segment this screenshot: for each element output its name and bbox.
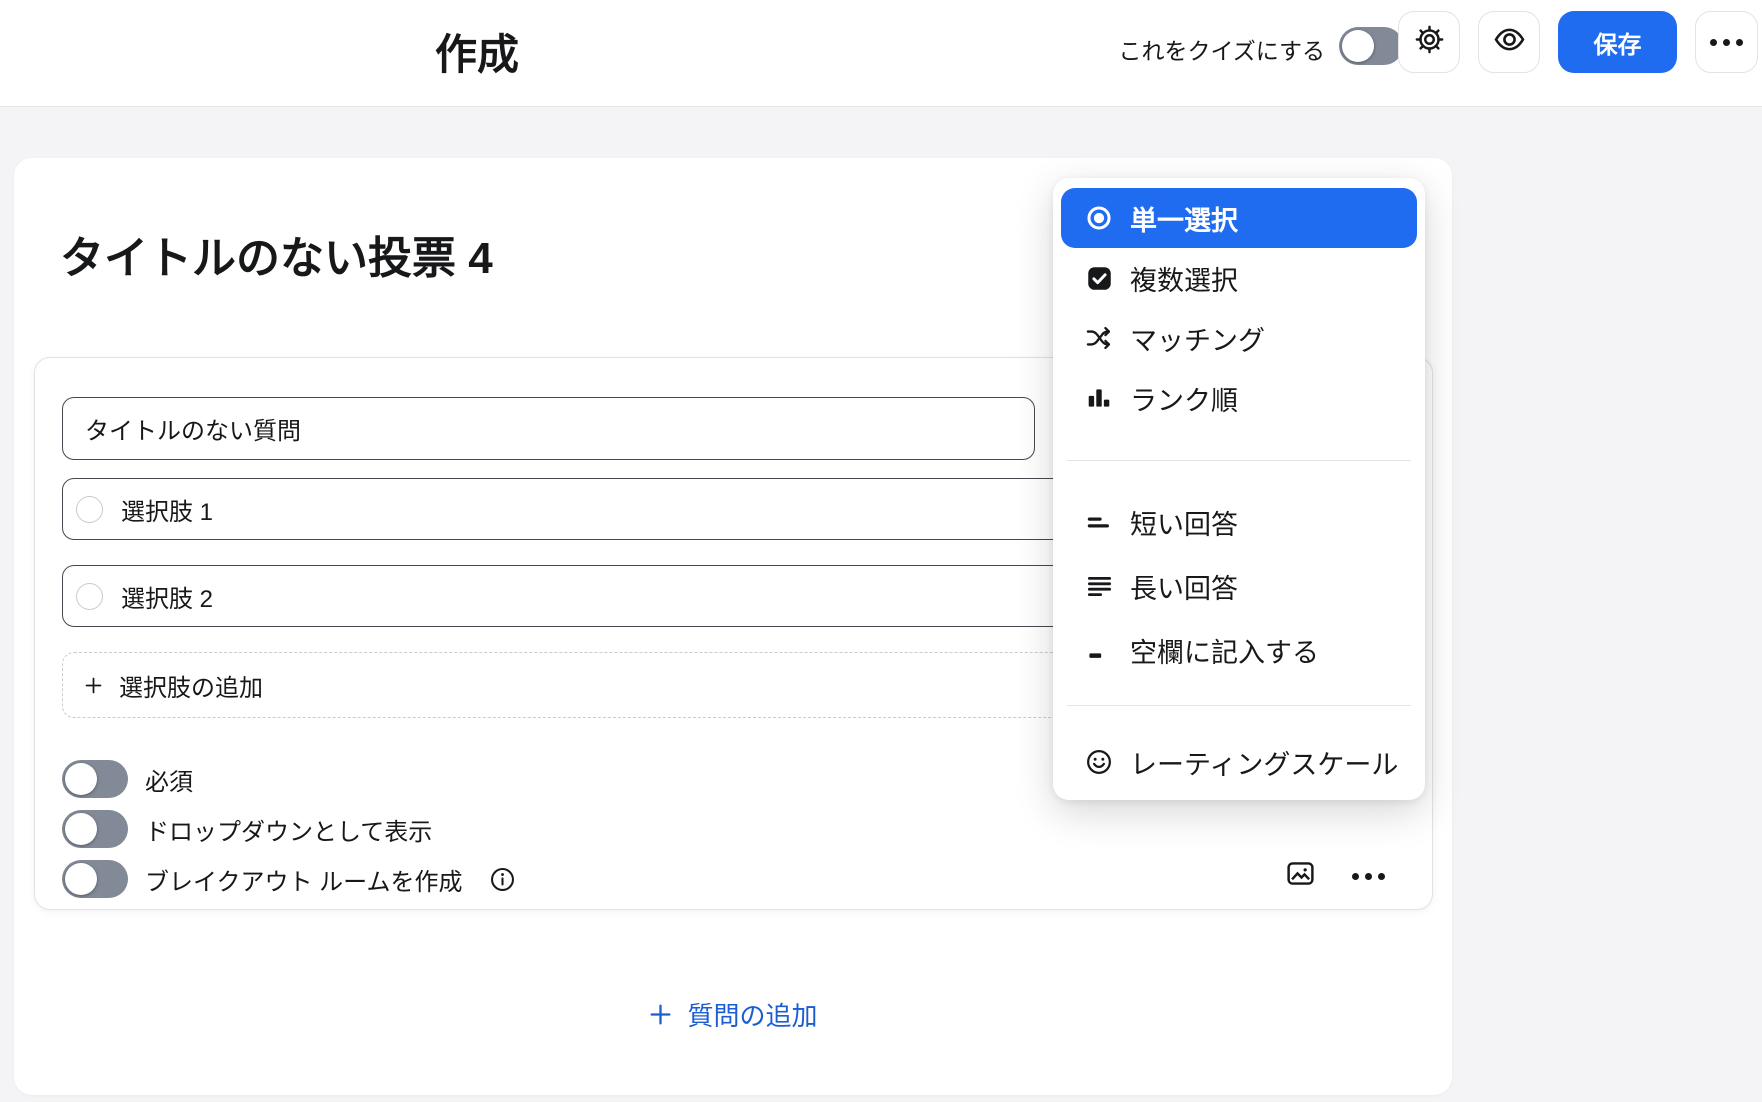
- menu-item-long-answer[interactable]: 長い回答: [1061, 554, 1417, 618]
- menu-item-single-choice[interactable]: 単一選択: [1061, 188, 1417, 248]
- header-more-button[interactable]: [1695, 11, 1758, 73]
- fill-blank-icon: [1085, 636, 1113, 664]
- toggle-knob: [1342, 30, 1374, 62]
- required-toggle-row: 必須: [62, 759, 193, 799]
- checkbox-icon: [1085, 264, 1113, 292]
- gear-icon: [1414, 24, 1445, 60]
- quiz-toggle[interactable]: [1339, 27, 1403, 65]
- question-title-value: タイトルのない質問: [85, 411, 301, 446]
- quiz-toggle-label: これをクイズにする: [1118, 32, 1325, 66]
- eye-icon: [1493, 23, 1526, 61]
- smiley-icon: [1085, 748, 1113, 776]
- add-choice-label: 選択肢の追加: [119, 668, 263, 703]
- radio-icon[interactable]: [76, 583, 103, 610]
- preview-button[interactable]: [1478, 11, 1540, 73]
- menu-item-multiple-choice[interactable]: 複数選択: [1061, 248, 1417, 308]
- menu-item-rank-order[interactable]: ランク順: [1061, 368, 1417, 428]
- save-button[interactable]: 保存: [1558, 11, 1677, 73]
- plus-icon: [83, 675, 104, 696]
- settings-button[interactable]: [1398, 11, 1460, 73]
- radio-icon[interactable]: [76, 496, 103, 523]
- dropdown-toggle-row: ドロップダウンとして表示: [62, 809, 432, 849]
- menu-item-short-answer[interactable]: 短い回答: [1061, 490, 1417, 554]
- image-icon: [1284, 858, 1317, 894]
- breakout-toggle-row: ブレイクアウト ルームを作成: [62, 859, 516, 899]
- toggle-knob: [65, 863, 97, 895]
- bar-chart-icon: [1085, 384, 1113, 412]
- plus-icon: [648, 1002, 673, 1027]
- required-toggle[interactable]: [62, 760, 128, 798]
- long-answer-icon: [1085, 572, 1113, 600]
- short-answer-icon: [1085, 508, 1113, 536]
- choice-label: 選択肢 2: [121, 579, 213, 614]
- toggle-knob: [65, 763, 97, 795]
- question-type-menu: 単一選択 複数選択 マッチング ランク順 短い回答: [1053, 178, 1425, 800]
- toggle-knob: [65, 813, 97, 845]
- ellipsis-icon: [1352, 873, 1385, 880]
- menu-divider: [1067, 705, 1411, 706]
- menu-divider: [1067, 460, 1411, 461]
- menu-item-rating-scale[interactable]: レーティングスケール: [1061, 730, 1417, 794]
- question-more-button[interactable]: [1346, 862, 1390, 890]
- page-title: 作成: [435, 21, 519, 82]
- required-label: 必須: [145, 762, 193, 797]
- app-header: 作成 これをクイズにする 保存: [0, 0, 1762, 107]
- radio-selected-icon: [1085, 204, 1113, 232]
- breakout-label: ブレイクアウト ルームを作成: [145, 862, 462, 897]
- choice-label: 選択肢 1: [121, 492, 213, 527]
- question-title-input[interactable]: タイトルのない質問: [62, 397, 1035, 460]
- poll-editor-page: 作成 これをクイズにする 保存 タイトルのない投票 4 タイトルのない質問 選択…: [0, 0, 1762, 1102]
- breakout-rooms-toggle[interactable]: [62, 860, 128, 898]
- poll-title[interactable]: タイトルのない投票 4: [60, 222, 493, 286]
- ellipsis-icon: [1710, 39, 1743, 46]
- info-icon[interactable]: [489, 866, 516, 893]
- menu-item-fill-blank[interactable]: レーティングスケール 空欄に記入する: [1061, 618, 1417, 682]
- menu-item-matching[interactable]: マッチング: [1061, 308, 1417, 368]
- show-as-dropdown-toggle[interactable]: [62, 810, 128, 848]
- add-image-button[interactable]: [1280, 858, 1320, 894]
- dropdown-label: ドロップダウンとして表示: [145, 812, 432, 847]
- add-question-button[interactable]: 質問の追加: [14, 988, 1452, 1040]
- shuffle-icon: [1085, 324, 1113, 352]
- add-question-label: 質問の追加: [687, 996, 817, 1033]
